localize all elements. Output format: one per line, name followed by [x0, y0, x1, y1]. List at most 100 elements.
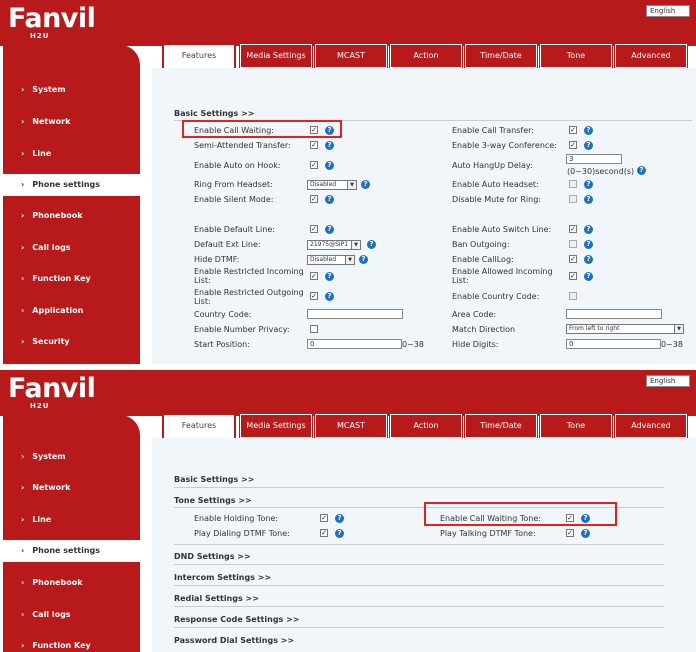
sidebar-item-label: Function Key [32, 641, 91, 650]
checkbox-enable-default-line[interactable]: ✓ [310, 225, 318, 233]
tab-mcast[interactable]: MCAST [315, 44, 387, 68]
tab-advanced[interactable]: Advanced [615, 414, 687, 438]
checkbox-ban-outgoing[interactable] [569, 240, 577, 248]
label-enable-holding-tone: Enable Holding Tone: [194, 514, 279, 523]
help-icon[interactable]: ? [325, 292, 334, 301]
chevron-right-icon: › [21, 85, 25, 94]
tab-tone[interactable]: Tone [540, 44, 612, 68]
checkbox-enable-3-way-conference[interactable]: ✓ [569, 141, 577, 149]
help-icon[interactable]: ? [335, 529, 344, 538]
language-select[interactable]: English [646, 5, 690, 17]
checkbox-enable-allowed-incoming-list[interactable]: ✓ [569, 272, 577, 280]
sidebar-item-label: System [32, 85, 66, 94]
help-icon[interactable]: ? [325, 195, 334, 204]
input-country-code[interactable] [307, 309, 403, 319]
section-response-code-settings[interactable]: Response Code Settings >> [174, 615, 300, 624]
help-icon[interactable]: ? [584, 195, 593, 204]
sidebar-item-security[interactable]: › Security [3, 331, 140, 353]
checkbox-semi-attended-transfer[interactable]: ✓ [310, 141, 318, 149]
sidebar-item-line[interactable]: › Line [3, 509, 140, 531]
sidebar-item-line[interactable]: › Line [3, 143, 140, 165]
tab-features[interactable]: Features [163, 44, 235, 68]
sidebar-item-phone-settings[interactable]: › Phone settings [3, 174, 140, 196]
tab-action[interactable]: Action [390, 414, 462, 438]
label-enable-calllog: Enable CallLog: [452, 255, 514, 264]
help-icon[interactable]: ? [584, 272, 593, 281]
sidebar-item-application[interactable]: › Application [3, 300, 140, 322]
sidebar-item-system[interactable]: › System [3, 446, 140, 468]
checkbox-enable-silent-mode[interactable]: ✓ [310, 195, 318, 203]
checkbox-enable-auto-on-hook[interactable]: ✓ [310, 161, 318, 169]
tab-media-settings[interactable]: Media Settings [240, 44, 312, 68]
help-icon[interactable]: ? [335, 514, 344, 523]
sidebar-item-phone-settings[interactable]: › Phone settings [3, 540, 140, 562]
sidebar-item-phonebook[interactable]: › Phonebook [3, 572, 140, 594]
select-hide-dtmf[interactable]: Disabled ▼ [307, 255, 355, 265]
checkbox-enable-restricted-outgoing-list[interactable]: ✓ [310, 292, 318, 300]
input-hide-digits[interactable]: 0 [566, 339, 661, 349]
help-icon[interactable]: ? [325, 272, 334, 281]
tab-action[interactable]: Action [390, 44, 462, 68]
label-disable-mute-for-ring: Disable Mute for Ring: [452, 195, 541, 204]
help-icon[interactable]: ? [361, 180, 370, 189]
sidebar-item-function-key[interactable]: › Function Key [3, 268, 140, 290]
help-icon[interactable]: ? [584, 180, 593, 189]
label-enable-allowed-incoming-list: Enable Allowed Incoming List: [452, 267, 553, 285]
section-dnd-settings[interactable]: DND Settings >> [174, 552, 251, 561]
help-icon[interactable]: ? [367, 240, 376, 249]
help-icon[interactable]: ? [584, 240, 593, 249]
sidebar-item-phonebook[interactable]: › Phonebook [3, 205, 140, 227]
checkbox-enable-number-privacy[interactable] [310, 325, 318, 333]
fanvil-logo: Fanvil [8, 3, 96, 34]
input-area-code[interactable] [566, 309, 662, 319]
tab-mcast[interactable]: MCAST [315, 414, 387, 438]
tab-advanced[interactable]: Advanced [615, 44, 687, 68]
help-icon[interactable]: ? [359, 255, 368, 264]
section-basic-settings[interactable]: Basic Settings >> [174, 475, 254, 484]
help-icon[interactable]: ? [584, 126, 593, 135]
tab-features[interactable]: Features [163, 414, 235, 438]
input-auto-hangup-delay[interactable]: 3 [566, 154, 622, 164]
sidebar-item-call-logs[interactable]: › Call logs [3, 604, 140, 626]
sidebar-item-call-logs[interactable]: › Call logs [3, 237, 140, 259]
tab-time-date[interactable]: Time/Date [465, 414, 537, 438]
section-redial-settings[interactable]: Redial Settings >> [174, 594, 259, 603]
checkbox-enable-call-transfer[interactable]: ✓ [569, 126, 577, 134]
section-intercom-settings[interactable]: Intercom Settings >> [174, 573, 271, 582]
section-basic-settings[interactable]: Basic Settings >> [174, 109, 254, 118]
help-icon[interactable]: ? [325, 141, 334, 150]
checkbox-disable-mute-for-ring[interactable] [569, 195, 577, 203]
select-match-direction[interactable]: From left to right ▼ [566, 324, 684, 334]
sidebar-item-system[interactable]: › System [3, 79, 140, 101]
section-divider [174, 544, 664, 545]
tab-media-settings[interactable]: Media Settings [240, 414, 312, 438]
help-icon[interactable]: ? [584, 225, 593, 234]
input-start-position[interactable]: 0 [307, 339, 402, 349]
checkbox-enable-calllog[interactable]: ✓ [569, 255, 577, 263]
label-enable-auto-on-hook: Enable Auto on Hook: [194, 161, 281, 170]
sidebar-item-function-key[interactable]: › Function Key [3, 635, 140, 652]
checkbox-enable-restricted-incoming-list[interactable]: ✓ [310, 272, 318, 280]
select-default-ext-line[interactable]: 21975@SIP1 ▼ [307, 240, 361, 250]
section-password-dial-settings[interactable]: Password Dial Settings >> [174, 636, 294, 645]
sidebar-item-network[interactable]: › Network [3, 111, 140, 133]
section-tone-settings[interactable]: Tone Settings >> [174, 496, 252, 505]
help-icon[interactable]: ? [584, 255, 593, 264]
help-icon[interactable]: ? [325, 225, 334, 234]
checkbox-play-talking-dtmf-tone[interactable]: ✓ [566, 529, 574, 537]
help-icon[interactable]: ? [637, 166, 646, 175]
checkbox-enable-country-code[interactable] [569, 292, 577, 300]
checkbox-play-dialing-dtmf-tone[interactable]: ✓ [320, 529, 328, 537]
checkbox-enable-auto-switch-line[interactable]: ✓ [569, 225, 577, 233]
language-select[interactable]: English [646, 375, 690, 387]
checkbox-enable-auto-headset[interactable] [569, 180, 577, 188]
tab-time-date[interactable]: Time/Date [465, 44, 537, 68]
help-icon[interactable]: ? [584, 141, 593, 150]
tab-tone[interactable]: Tone [540, 414, 612, 438]
help-icon[interactable]: ? [581, 529, 590, 538]
sidebar-item-network[interactable]: › Network [3, 477, 140, 499]
select-ring-from-headset[interactable]: Disabled ▼ [307, 180, 357, 190]
help-icon[interactable]: ? [325, 161, 334, 170]
checkbox-enable-holding-tone[interactable]: ✓ [320, 514, 328, 522]
highlight-box [182, 120, 342, 138]
